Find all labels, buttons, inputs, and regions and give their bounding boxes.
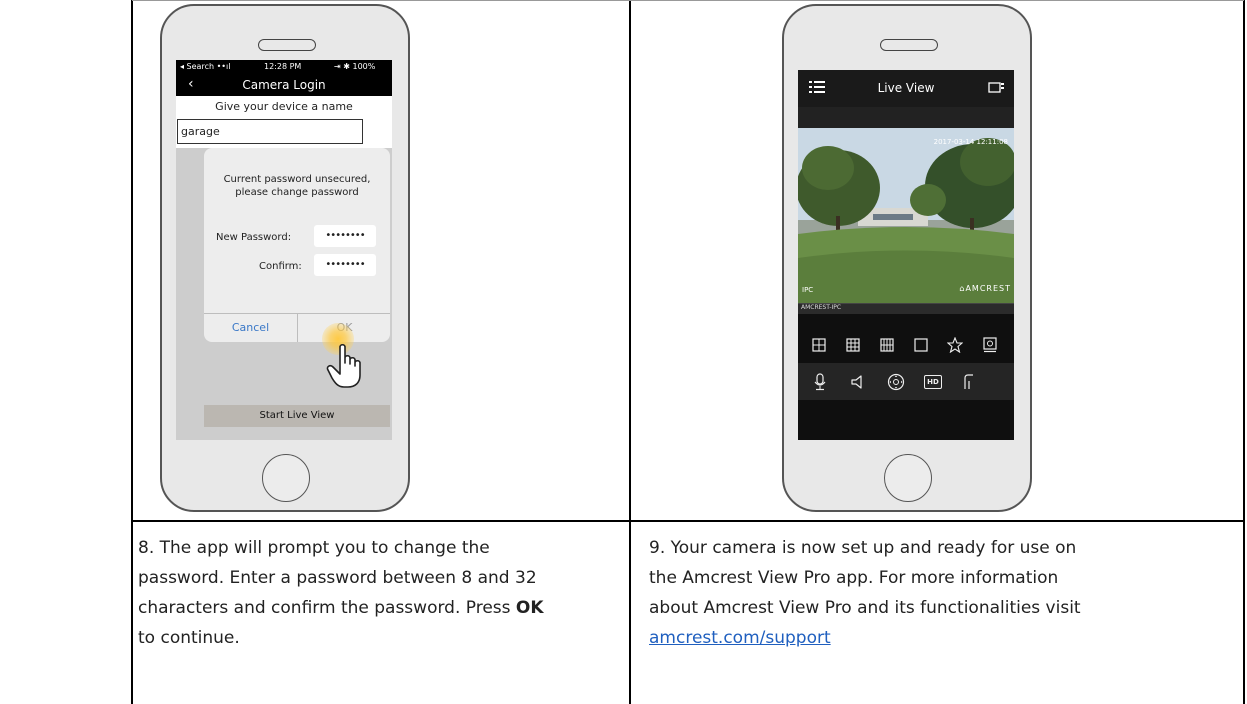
nav-bar: ‹ Camera Login (176, 75, 392, 96)
phone-home-button (262, 454, 310, 502)
speaker-icon[interactable] (850, 374, 866, 390)
live-view-header: Live View (798, 70, 1014, 107)
new-password-field[interactable]: •••••••• (314, 225, 376, 247)
device-name-prompt: Give your device a name (215, 100, 353, 113)
step-8-text: 8. The app will prompt you to change the… (138, 538, 537, 618)
layout-toolbar (798, 335, 1014, 357)
phone-speaker (258, 39, 316, 51)
favorite-star-icon[interactable] (947, 337, 963, 353)
change-password-dialog: Current password unsecured, please chang… (204, 148, 390, 342)
camera-info-strip: AMCREST-IPC (798, 303, 1014, 314)
status-time: 12:28 PM (264, 62, 302, 71)
login-form: Give your device a name garage Current p… (176, 96, 392, 438)
more-icon[interactable] (963, 373, 975, 391)
new-password-label: New Password: (216, 232, 292, 243)
ptz-icon[interactable] (887, 373, 905, 391)
grid-9-icon[interactable] (846, 338, 860, 352)
pointing-hand-icon (326, 343, 361, 388)
status-battery: ⇥ ✱ 100% (334, 62, 376, 71)
phone-illustration-left: ◂ Search ••ıl 12:28 PM ⇥ ✱ 100% ‹ Camera… (160, 4, 410, 512)
hd-icon[interactable]: HD (924, 375, 942, 389)
camera-name-label: AMCREST-IPC (801, 304, 842, 311)
confirm-password-field[interactable]: •••••••• (314, 254, 376, 276)
table-border-top (132, 0, 1244, 1)
camera-login-screen: ◂ Search ••ıl 12:28 PM ⇥ ✱ 100% ‹ Camera… (176, 60, 392, 440)
phone-home-button (884, 454, 932, 502)
dialog-overlay: Current password unsecured, please chang… (176, 148, 392, 438)
single-view-icon[interactable] (914, 338, 928, 352)
dialog-message: Current password unsecured, please chang… (204, 173, 390, 199)
live-view-screen: Live View 2017-03-14 12:11:08 IPC ⌂AMCRE… (798, 70, 1014, 440)
video-timestamp: 2017-03-14 12:11:08 (933, 138, 1008, 146)
start-live-view-button[interactable]: Start Live View (204, 405, 390, 427)
step-8-text-end: to continue. (138, 628, 240, 648)
status-carrier: ◂ Search ••ıl (180, 62, 231, 71)
table-border-middle (629, 0, 631, 704)
step-9-instructions: 9. Your camera is now set up and ready f… (649, 533, 1109, 653)
table-border-row (131, 520, 1245, 522)
grid-16-icon[interactable] (880, 338, 894, 352)
step-8-ok-emphasis: OK (515, 598, 544, 618)
table-border-right (1243, 0, 1245, 704)
step-8-instructions: 8. The app will prompt you to change the… (138, 533, 558, 653)
confirm-password-label: Confirm: (259, 261, 302, 272)
phone-illustration-right: Live View 2017-03-14 12:11:08 IPC ⌂AMCRE… (782, 4, 1032, 512)
playback-control-bar: HD (798, 363, 1014, 400)
camera-feed[interactable]: 2017-03-14 12:11:08 IPC ⌂AMCREST (798, 128, 1014, 303)
support-link[interactable]: amcrest.com/support (649, 628, 831, 648)
dialog-message-line-2: please change password (235, 187, 359, 198)
camera-list-icon[interactable] (988, 81, 1005, 94)
step-9-text: 9. Your camera is now set up and ready f… (649, 538, 1081, 618)
snapshot-icon[interactable] (982, 337, 998, 353)
video-overlay-label: IPC (802, 286, 814, 294)
microphone-icon[interactable] (813, 373, 827, 391)
status-bar: ◂ Search ••ıl 12:28 PM ⇥ ✱ 100% (176, 60, 392, 75)
header-spacer (798, 107, 1014, 128)
device-name-input[interactable]: garage (177, 119, 363, 144)
hd-label: HD (927, 378, 939, 386)
nav-title: Camera Login (242, 78, 326, 92)
amcrest-watermark: ⌂AMCREST (959, 284, 1011, 293)
camera-scene-image (798, 128, 1014, 303)
cancel-button[interactable]: Cancel (204, 314, 297, 342)
grid-4-icon[interactable] (812, 338, 826, 352)
phone-speaker (880, 39, 938, 51)
live-view-title: Live View (877, 81, 935, 95)
table-border-left (131, 0, 133, 704)
dialog-message-line-1: Current password unsecured, (223, 174, 371, 185)
